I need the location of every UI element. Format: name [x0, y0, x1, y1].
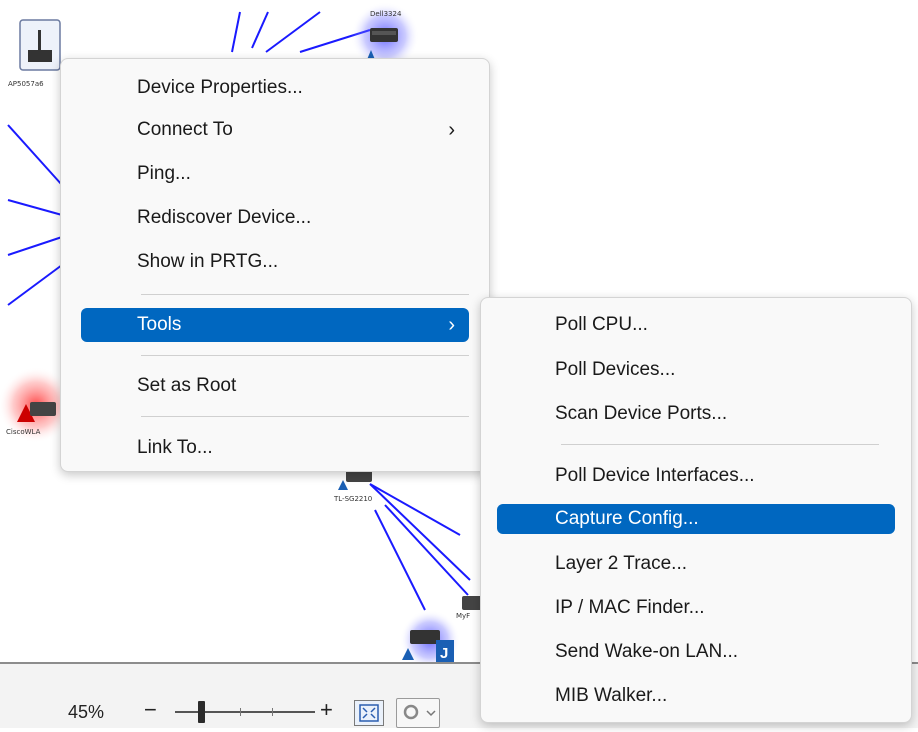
- menu-item-rediscover-device[interactable]: Rediscover Device...: [81, 201, 469, 235]
- menu-item-label: Poll Devices...: [555, 359, 676, 380]
- zoom-slider-tick: [272, 708, 273, 716]
- node-label: TL-SG2210: [334, 495, 373, 503]
- menu-item-label: Scan Device Ports...: [555, 403, 728, 424]
- menu-item-link-to[interactable]: Link To...: [81, 431, 469, 465]
- node-label: Dell3324: [370, 10, 402, 18]
- menu-item-label: Device Properties...: [137, 77, 303, 98]
- node-label: AP5057a6: [8, 80, 44, 88]
- menu-item-device-properties[interactable]: Device Properties...: [81, 71, 469, 105]
- menu-item-label: Connect To: [137, 119, 233, 140]
- menu-item-label: Tools: [137, 314, 182, 335]
- menu-item-label: Link To...: [137, 437, 213, 458]
- zoom-slider-tick: [240, 708, 241, 716]
- menu-separator: [141, 294, 469, 295]
- svg-text:J: J: [440, 645, 448, 662]
- menu-item-label: Set as Root: [137, 375, 237, 396]
- menu-item-label: Poll Device Interfaces...: [555, 465, 755, 486]
- menu-item-label: Rediscover Device...: [137, 207, 312, 228]
- menu-item-label: Send Wake-on LAN...: [555, 641, 739, 662]
- menu-separator: [141, 355, 469, 356]
- zoom-slider-track[interactable]: [175, 711, 315, 713]
- menu-item-poll-device-interfaces[interactable]: Poll Device Interfaces...: [497, 459, 895, 493]
- tools-submenu: Poll CPU... Poll Devices... Scan Device …: [480, 297, 912, 723]
- menu-separator: [141, 416, 469, 417]
- fit-to-window-icon: [359, 704, 379, 722]
- menu-item-mib-walker[interactable]: MIB Walker...: [497, 679, 895, 713]
- menu-item-label: Ping...: [137, 163, 191, 184]
- chevron-right-icon: ›: [448, 119, 455, 141]
- menu-item-label: Layer 2 Trace...: [555, 553, 688, 574]
- menu-item-capture-config[interactable]: Capture Config...: [497, 504, 895, 534]
- menu-item-send-wake-on-lan[interactable]: Send Wake-on LAN...: [497, 635, 895, 669]
- menu-item-label: Show in PRTG...: [137, 251, 279, 272]
- menu-item-ping[interactable]: Ping...: [81, 157, 469, 191]
- menu-item-scan-device-ports[interactable]: Scan Device Ports...: [497, 397, 895, 431]
- chevron-right-icon: ›: [448, 314, 455, 336]
- node-label: MyF: [456, 612, 471, 620]
- menu-item-poll-devices[interactable]: Poll Devices...: [497, 353, 895, 387]
- menu-item-label: MIB Walker...: [555, 685, 668, 706]
- menu-item-connect-to[interactable]: Connect To ›: [81, 113, 469, 147]
- menu-item-poll-cpu[interactable]: Poll CPU...: [497, 308, 895, 342]
- zoom-out-button[interactable]: −: [144, 699, 157, 721]
- menu-item-label: IP / MAC Finder...: [555, 597, 705, 618]
- menu-item-ip-mac-finder[interactable]: IP / MAC Finder...: [497, 591, 895, 625]
- node-label: CiscoWLA: [6, 428, 41, 436]
- menu-item-layer-2-trace[interactable]: Layer 2 Trace...: [497, 547, 895, 581]
- zoom-in-button[interactable]: +: [320, 699, 333, 721]
- zoom-level-text: 45%: [68, 702, 105, 722]
- menu-item-label: Poll CPU...: [555, 314, 648, 335]
- fit-to-window-button[interactable]: [354, 700, 384, 726]
- zoom-slider-thumb[interactable]: [198, 701, 206, 723]
- search-dropdown-button[interactable]: [396, 698, 440, 728]
- device-context-menu: Device Properties... Connect To › Ping..…: [60, 58, 490, 472]
- search-icon: [403, 704, 436, 720]
- menu-item-set-as-root[interactable]: Set as Root: [81, 369, 469, 403]
- menu-item-tools[interactable]: Tools ›: [81, 308, 469, 342]
- menu-separator: [561, 444, 879, 445]
- menu-item-label: Capture Config...: [555, 508, 699, 529]
- menu-item-show-in-prtg[interactable]: Show in PRTG...: [81, 245, 469, 279]
